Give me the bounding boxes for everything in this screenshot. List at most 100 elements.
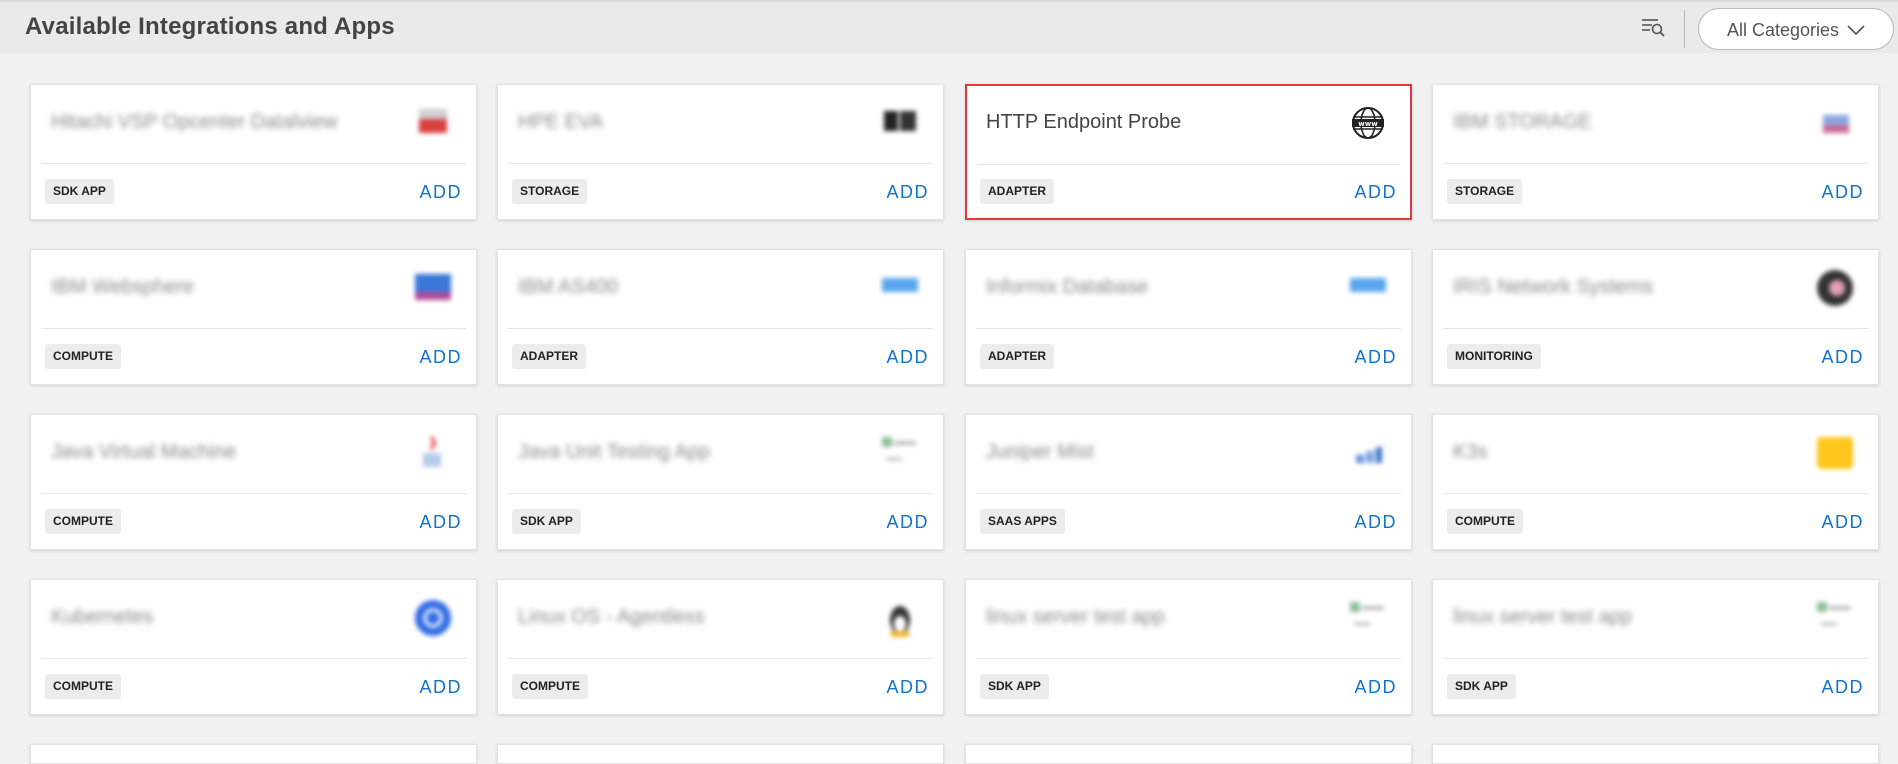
- category-badge: SDK APP: [512, 509, 581, 534]
- category-badge: ADAPTER: [980, 344, 1055, 369]
- integration-name: K3s: [1453, 441, 1488, 463]
- category-badge: COMPUTE: [512, 674, 588, 699]
- add-button[interactable]: ADD: [419, 182, 462, 203]
- integration-card[interactable]: IBM AS400 ADAPTER ADD: [497, 249, 944, 385]
- integration-name: IBM STORAGE: [1453, 111, 1592, 133]
- integration-card[interactable]: IBM STORAGE STORAGE ADD: [1432, 84, 1879, 220]
- ibm-storage-logo: [1813, 103, 1857, 143]
- ibm-logo: [878, 268, 922, 308]
- add-button[interactable]: ADD: [1821, 512, 1864, 533]
- integration-name: Juniper Mist: [986, 441, 1094, 463]
- integration-name: Kubernetes: [51, 606, 154, 628]
- add-button[interactable]: ADD: [886, 677, 929, 698]
- integration-card[interactable]: Hitachi VSP Opcenter Datalview SDK APP ADD: [30, 84, 477, 220]
- linux-tux-logo: [878, 598, 922, 638]
- integration-name: HPE EVA: [518, 111, 604, 133]
- add-button[interactable]: ADD: [1354, 512, 1397, 533]
- k3s-logo: [1813, 433, 1857, 473]
- card-divider: [976, 658, 1401, 659]
- integration-name: Informix Database: [986, 276, 1149, 298]
- add-button[interactable]: ADD: [419, 512, 462, 533]
- integration-card[interactable]: linux server test app SDK APP ADD: [965, 579, 1412, 715]
- integration-card[interactable]: Informix Database ADAPTER ADD: [965, 249, 1412, 385]
- integration-card[interactable]: HTTP Endpoint Probe www ADAPTER ADD: [965, 84, 1412, 220]
- category-badge: COMPUTE: [1447, 509, 1523, 534]
- integration-card-partial[interactable]: [965, 744, 1412, 764]
- card-divider: [1443, 658, 1868, 659]
- kubernetes-logo: [411, 598, 455, 638]
- ibm-logo: [1346, 268, 1390, 308]
- ibm-websphere-logo: [411, 268, 455, 308]
- card-divider: [41, 328, 466, 329]
- add-button[interactable]: ADD: [1354, 347, 1397, 368]
- broken-image-icon: [1346, 598, 1390, 638]
- category-badge: ADAPTER: [980, 179, 1055, 204]
- category-badge: MONITORING: [1447, 344, 1541, 369]
- add-button[interactable]: ADD: [886, 512, 929, 533]
- card-divider: [41, 493, 466, 494]
- svg-text:www: www: [1358, 120, 1378, 128]
- card-divider: [508, 163, 933, 164]
- card-divider: [976, 493, 1401, 494]
- card-divider: [41, 658, 466, 659]
- add-button[interactable]: ADD: [1354, 182, 1397, 203]
- category-badge: COMPUTE: [45, 344, 121, 369]
- add-button[interactable]: ADD: [1821, 347, 1864, 368]
- category-badge: STORAGE: [512, 179, 588, 204]
- integration-card[interactable]: linux server test app SDK APP ADD: [1432, 579, 1879, 715]
- hitachi-logo: [411, 103, 455, 143]
- add-button[interactable]: ADD: [419, 347, 462, 368]
- juniper-mist-logo: [1346, 433, 1390, 473]
- broken-image-icon: [878, 433, 922, 473]
- integration-card[interactable]: Java Virtual Machine COMPUTE ADD: [30, 414, 477, 550]
- integration-card[interactable]: IRIS Network Systems MONITORING ADD: [1432, 249, 1879, 385]
- integration-name: HTTP Endpoint Probe: [986, 111, 1182, 133]
- category-badge: SDK APP: [45, 179, 114, 204]
- category-badge: SAAS APPS: [980, 509, 1065, 534]
- integrations-grid: Hitachi VSP Opcenter Datalview SDK APP ADD…: [0, 0, 1898, 764]
- card-divider: [508, 328, 933, 329]
- integration-name: linux server test app: [986, 606, 1165, 628]
- broken-image-icon: [1813, 598, 1857, 638]
- integration-name: Hitachi VSP Opcenter Datalview: [51, 111, 338, 133]
- integration-card[interactable]: Linux OS - Agentless COMPUTE ADD: [497, 579, 944, 715]
- category-badge: COMPUTE: [45, 509, 121, 534]
- card-divider: [41, 163, 466, 164]
- integration-name: IRIS Network Systems: [1453, 276, 1654, 298]
- integration-name: Java Virtual Machine: [51, 441, 237, 463]
- integration-card-partial[interactable]: [497, 744, 944, 764]
- integration-name: Java Unit Testing App: [518, 441, 710, 463]
- integration-name: linux server test app: [1453, 606, 1632, 628]
- add-button[interactable]: ADD: [886, 182, 929, 203]
- card-divider: [508, 658, 933, 659]
- integration-card-partial[interactable]: [30, 744, 477, 764]
- java-logo: [411, 433, 455, 473]
- card-divider: [1443, 163, 1868, 164]
- category-badge: SDK APP: [1447, 674, 1516, 699]
- card-divider: [977, 164, 1400, 165]
- integration-card[interactable]: HPE EVA STORAGE ADD: [497, 84, 944, 220]
- globe-www-icon: www: [1346, 103, 1390, 143]
- integration-name: IBM Websphere: [51, 276, 195, 298]
- add-button[interactable]: ADD: [1354, 677, 1397, 698]
- category-badge: COMPUTE: [45, 674, 121, 699]
- integration-card[interactable]: Juniper Mist SAAS APPS ADD: [965, 414, 1412, 550]
- integration-card[interactable]: K3s COMPUTE ADD: [1432, 414, 1879, 550]
- integration-card[interactable]: IBM Websphere COMPUTE ADD: [30, 249, 477, 385]
- category-badge: ADAPTER: [512, 344, 587, 369]
- category-badge: STORAGE: [1447, 179, 1523, 204]
- card-divider: [508, 493, 933, 494]
- card-divider: [976, 328, 1401, 329]
- category-badge: SDK APP: [980, 674, 1049, 699]
- integration-name: IBM AS400: [518, 276, 619, 298]
- add-button[interactable]: ADD: [886, 347, 929, 368]
- add-button[interactable]: ADD: [419, 677, 462, 698]
- add-button[interactable]: ADD: [1821, 677, 1864, 698]
- iris-logo: [1813, 268, 1857, 308]
- add-button[interactable]: ADD: [1821, 182, 1864, 203]
- card-divider: [1443, 328, 1868, 329]
- integration-card-partial[interactable]: [1432, 744, 1879, 764]
- integration-card[interactable]: Kubernetes COMPUTE ADD: [30, 579, 477, 715]
- card-divider: [1443, 493, 1868, 494]
- integration-card[interactable]: Java Unit Testing App SDK APP ADD: [497, 414, 944, 550]
